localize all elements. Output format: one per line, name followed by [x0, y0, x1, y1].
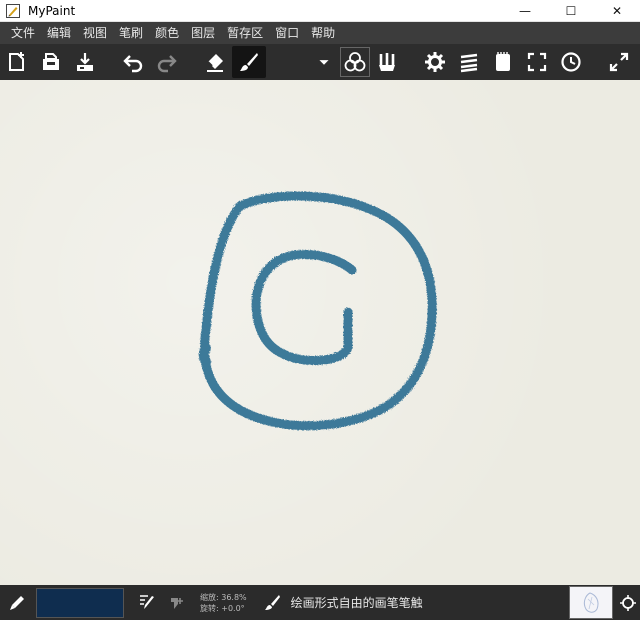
history-button[interactable]	[554, 46, 588, 78]
menu-window[interactable]: 窗口	[269, 22, 305, 44]
window-title: MyPaint	[28, 3, 76, 18]
settings-gear-icon	[425, 52, 445, 72]
brush-button[interactable]	[232, 46, 266, 78]
new-document-icon	[9, 52, 24, 71]
brush-set-icon	[379, 53, 395, 71]
color-picker-button[interactable]	[340, 47, 370, 77]
layer-add-button[interactable]	[162, 588, 192, 618]
fullscreen-icon	[527, 52, 547, 72]
brush-icon	[240, 53, 258, 71]
menu-file[interactable]: 文件	[5, 22, 41, 44]
navigator-icon	[620, 595, 636, 611]
eraser-button[interactable]	[198, 46, 232, 78]
toolbar	[0, 44, 640, 80]
brush-icon	[264, 594, 280, 610]
letter-g-stroke	[251, 249, 357, 365]
undo-icon	[123, 55, 143, 73]
menu-brush[interactable]: 笔刷	[113, 22, 149, 44]
dropdown-arrow-icon	[319, 60, 329, 65]
open-file-icon	[43, 53, 59, 70]
menu-scratchpad[interactable]: 暂存区	[221, 22, 269, 44]
menu-edit[interactable]: 编辑	[41, 22, 77, 44]
brush-edit-button[interactable]	[132, 588, 162, 618]
menu-help[interactable]: 帮助	[305, 22, 341, 44]
outer-circle-accent	[198, 343, 211, 367]
current-color-swatch[interactable]	[36, 587, 124, 618]
save-button[interactable]	[68, 46, 102, 78]
drawing-canvas[interactable]	[0, 80, 640, 585]
outer-circle-stroke	[200, 191, 437, 431]
fullscreen-button[interactable]	[520, 46, 554, 78]
preview-options-button[interactable]	[616, 588, 640, 618]
redo-icon	[157, 55, 177, 73]
mypaint-logo-icon	[6, 3, 20, 18]
menu-bar: 文件 编辑 视图 笔刷 颜色 图层 暂存区 窗口 帮助	[0, 22, 640, 44]
color-pick-button[interactable]	[2, 588, 32, 618]
preview-thumbnail-image	[570, 587, 612, 618]
layer-add-icon	[171, 597, 183, 609]
settings-button[interactable]	[418, 46, 452, 78]
save-icon	[77, 53, 93, 71]
undo-button[interactable]	[116, 46, 150, 78]
brush-edit-icon	[140, 594, 154, 609]
open-file-button[interactable]	[34, 46, 68, 78]
layers-icon	[460, 53, 478, 73]
maximize-button[interactable]: ☐	[548, 0, 594, 22]
brush-set-button[interactable]	[370, 46, 404, 78]
menu-color[interactable]: 颜色	[149, 22, 185, 44]
canvas-strokes	[198, 191, 437, 431]
expand-icon	[609, 52, 629, 72]
menu-view[interactable]: 视图	[77, 22, 113, 44]
scratchpad-button[interactable]	[486, 46, 520, 78]
menu-layer[interactable]: 图层	[185, 22, 221, 44]
scratchpad-icon	[496, 52, 510, 71]
expand-button[interactable]	[602, 46, 636, 78]
redo-button[interactable]	[150, 46, 184, 78]
close-button[interactable]: ✕	[594, 0, 640, 22]
zoom-level: 缩放: 36.8%	[200, 592, 247, 602]
status-bar: 缩放: 36.8% 旋转: +0.0° 绘画形式自由的画笔笔触	[0, 585, 640, 620]
minimize-button[interactable]: —	[502, 0, 548, 22]
eyedropper-icon	[10, 595, 24, 610]
canvas-preview-thumbnail[interactable]	[569, 586, 613, 619]
history-clock-icon	[561, 52, 581, 72]
title-bar: MyPaint — ☐ ✕	[0, 0, 640, 22]
zoom-rotation-info: 缩放: 36.8% 旋转: +0.0°	[200, 592, 247, 614]
new-document-button[interactable]	[0, 46, 34, 78]
rotation-level: 旋转: +0.0°	[200, 603, 245, 613]
brush-dropdown-button[interactable]	[314, 46, 334, 78]
current-brush-button[interactable]	[257, 588, 287, 618]
eraser-icon	[207, 54, 223, 72]
color-circles-icon	[344, 52, 366, 72]
brush-description: 绘画形式自由的画笔笔触	[290, 596, 423, 610]
layers-button[interactable]	[452, 46, 486, 78]
